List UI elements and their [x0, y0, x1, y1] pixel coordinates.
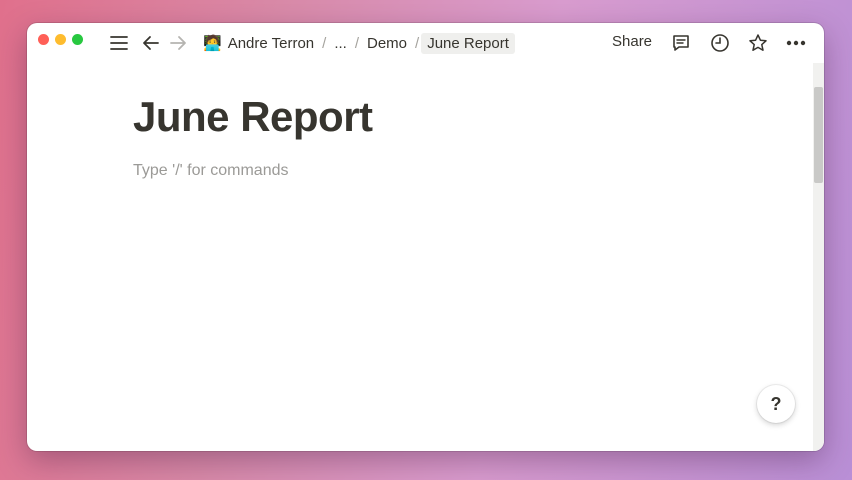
more-icon[interactable] [784, 31, 808, 55]
editor-placeholder[interactable]: Type '/' for commands [133, 162, 289, 180]
breadcrumb-separator: / [415, 34, 420, 52]
breadcrumb-label: Andre Terron [227, 35, 315, 52]
maximize-window-button[interactable] [72, 34, 83, 45]
star-icon[interactable] [746, 31, 770, 55]
comment-icon[interactable] [669, 31, 693, 55]
close-window-button[interactable] [38, 34, 49, 45]
back-arrow-icon[interactable] [139, 31, 163, 55]
share-button[interactable]: Share [612, 33, 652, 50]
minimize-window-button[interactable] [55, 34, 66, 45]
breadcrumb-item-ellipsis[interactable]: ... [328, 33, 353, 54]
app-window: 🧑‍💻 Andre Terron / ... / Demo / June Repo… [27, 23, 824, 451]
breadcrumb-item-current[interactable]: June Report [421, 32, 515, 54]
help-button[interactable]: ? [757, 385, 795, 423]
breadcrumb-separator: / [354, 34, 359, 52]
vertical-scrollbar[interactable] [813, 63, 824, 451]
menu-icon[interactable] [107, 31, 131, 55]
clock-icon[interactable] [708, 31, 732, 55]
scrollbar-thumb[interactable] [814, 87, 823, 183]
breadcrumb-separator: / [322, 34, 327, 52]
page-title[interactable]: June Report [133, 93, 373, 141]
window-controls [38, 34, 83, 45]
breadcrumb-item-demo[interactable]: Demo [361, 33, 413, 54]
breadcrumb-item-workspace[interactable]: 🧑‍💻 Andre Terron [197, 32, 320, 54]
top-bar: 🧑‍💻 Andre Terron / ... / Demo / June Repo… [27, 23, 824, 63]
person-emoji-icon: 🧑‍💻 [203, 35, 222, 52]
breadcrumb: 🧑‍💻 Andre Terron / ... / Demo / June Repo… [197, 31, 515, 55]
forward-arrow-icon[interactable] [166, 31, 190, 55]
